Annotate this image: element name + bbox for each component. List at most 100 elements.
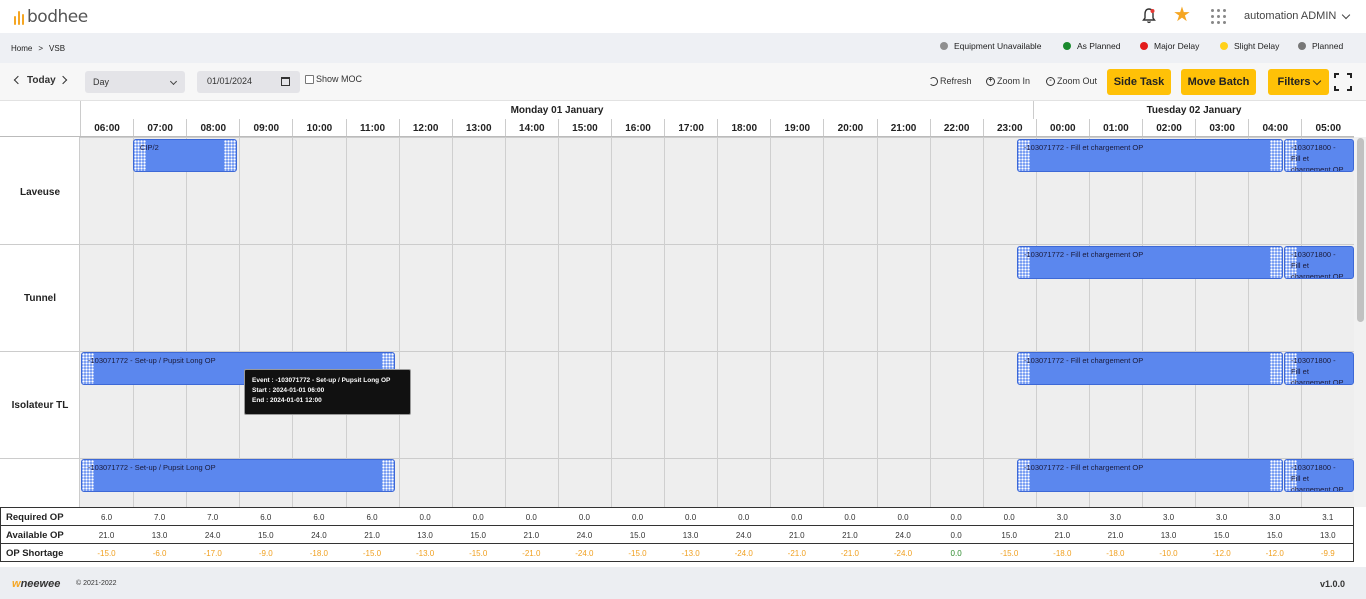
- op-cell: 21.0: [1054, 531, 1071, 540]
- op-cell: 15.0: [258, 531, 274, 540]
- event-label: -103071772 - Fill et chargement OP: [1024, 356, 1144, 365]
- event-bar[interactable]: -103071772 - Fill et chargement OP: [1017, 459, 1283, 492]
- event-bar[interactable]: CIP/2: [133, 139, 237, 172]
- event-bar[interactable]: -103071800 - Fill et chargement OP: [1284, 139, 1354, 172]
- op-cell: 15.0: [629, 531, 646, 540]
- event-bar[interactable]: -103071772 - Set-up / Pupsit Long OP: [81, 459, 395, 492]
- event-label: -103071800 - Fill et chargement OP: [1291, 143, 1344, 172]
- gridline: [1142, 137, 1143, 507]
- legend-dot: [1220, 42, 1228, 50]
- op-cell: -18.0: [1053, 549, 1072, 558]
- filters-button[interactable]: Filters: [1268, 69, 1329, 95]
- op-cell: -6.0: [152, 549, 167, 558]
- breadcrumb-home[interactable]: Home: [11, 44, 32, 53]
- apps-grid-icon[interactable]: [1211, 9, 1226, 24]
- show-moc-checkbox[interactable]: Show MOC: [305, 74, 362, 84]
- op-cell: -15.0: [469, 549, 488, 558]
- event-label: -103071772 - Fill et chargement OP: [1024, 143, 1144, 152]
- tooltip-event: Event : -103071772 - Set-up / Pupsit Lon…: [252, 377, 391, 384]
- gridline: [133, 137, 135, 507]
- gridline: [1301, 137, 1303, 507]
- hour-header: 17:00: [664, 119, 717, 137]
- resize-handle-right[interactable]: [1270, 460, 1282, 491]
- hour-header: 21:00: [876, 119, 930, 137]
- op-cell: 21.0: [842, 531, 858, 540]
- op-cell: 0.0: [525, 513, 537, 522]
- event-label: -103071800 - Fill et chargement OP: [1291, 356, 1344, 385]
- checkbox-box[interactable]: [305, 74, 314, 84]
- filters-label: Filters: [1277, 76, 1311, 88]
- notification-bell-icon[interactable]: [1142, 8, 1156, 24]
- gridline: [451, 137, 453, 507]
- op-cell: 13.0: [1320, 531, 1336, 540]
- next-chevron-icon[interactable]: [58, 75, 68, 85]
- today-button[interactable]: Today: [27, 75, 56, 86]
- resize-handle-right[interactable]: [224, 140, 236, 171]
- op-cell: 6.0: [260, 513, 272, 522]
- op-cell: 0.0: [950, 549, 962, 558]
- logo-wordmark: neewee: [20, 578, 61, 590]
- op-cell: 3.0: [1109, 513, 1121, 522]
- hour-header: 03:00: [1195, 119, 1248, 137]
- gridline: [770, 137, 772, 507]
- chevron-down-icon: [169, 77, 178, 86]
- favorite-star-icon[interactable]: ★: [1173, 5, 1191, 25]
- hour-header: 16:00: [611, 119, 664, 137]
- event-bar[interactable]: -103071800 - Fill et chargement OP: [1284, 246, 1354, 279]
- scrollbar-thumb[interactable]: [1357, 138, 1364, 322]
- op-cell: -17.0: [203, 549, 222, 558]
- refresh-button[interactable]: Refresh: [929, 76, 972, 86]
- op-cell: 15.0: [470, 531, 486, 540]
- event-label: -103071772 - Set-up / Pupsit Long OP: [88, 463, 216, 472]
- prev-chevron-icon[interactable]: [13, 75, 23, 85]
- zoom-out-button[interactable]: - Zoom Out: [1046, 76, 1097, 86]
- side-task-button[interactable]: Side Task: [1107, 69, 1171, 95]
- event-label: -103071800 - Fill et chargement OP: [1291, 463, 1344, 492]
- event-label: -103071772 - Fill et chargement OP: [1024, 463, 1144, 472]
- view-select[interactable]: Day: [85, 71, 185, 93]
- op-cell: 24.0: [576, 531, 593, 540]
- op-cell: 0.0: [844, 513, 856, 522]
- resize-handle-right[interactable]: [382, 460, 394, 491]
- user-menu[interactable]: automation ADMIN: [1244, 10, 1351, 22]
- logo-mark: w: [12, 578, 21, 590]
- op-cell: 0.0: [578, 513, 590, 522]
- op-cell: 15.0: [1001, 531, 1017, 540]
- gridline: [1035, 137, 1037, 507]
- breadcrumb-current: VSB: [49, 44, 66, 53]
- date-input[interactable]: 01/01/2024: [197, 71, 300, 93]
- bodhee-logo[interactable]: bodhee: [14, 7, 88, 27]
- copyright: © 2021-2022: [76, 580, 117, 587]
- gridline: [982, 137, 984, 507]
- hour-header: 11:00: [345, 119, 399, 137]
- date-value: 01/01/2024: [207, 76, 253, 86]
- resize-handle-right[interactable]: [1270, 247, 1282, 278]
- gridline: [876, 137, 878, 507]
- event-label: CIP/2: [140, 143, 159, 152]
- event-bar[interactable]: -103071772 - Fill et chargement OP: [1017, 246, 1283, 279]
- hour-header: 20:00: [823, 119, 876, 137]
- hour-header: 01:00: [1088, 119, 1142, 137]
- op-cell: -18.0: [1106, 549, 1125, 558]
- op-cell: 13.0: [151, 531, 168, 540]
- move-batch-button[interactable]: Move Batch: [1181, 69, 1256, 95]
- event-label: -103071800 - Fill et chargement OP: [1291, 250, 1344, 279]
- zoom-in-icon: +: [986, 76, 995, 86]
- event-bar[interactable]: -103071772 - Fill et chargement OP: [1017, 139, 1283, 172]
- user-name: automation ADMIN: [1244, 10, 1337, 22]
- op-cell: 6.0: [313, 513, 325, 522]
- op-cell: 24.0: [895, 531, 911, 540]
- resize-handle-right[interactable]: [1270, 140, 1282, 171]
- show-moc-label: Show MOC: [316, 74, 363, 84]
- fullscreen-icon[interactable]: [1334, 73, 1352, 91]
- op-shortage-row: OP Shortage -15.0 -6.0 -17.0 -9.0 -18.0 -15.0…: [0, 544, 1354, 562]
- op-cell: 3.1: [1322, 513, 1334, 522]
- event-bar[interactable]: -103071800 - Fill et chargement OP: [1284, 352, 1354, 385]
- event-bar[interactable]: -103071772 - Fill et chargement OP: [1017, 352, 1283, 385]
- zoom-in-button[interactable]: + Zoom In: [986, 76, 1030, 86]
- calendar-icon[interactable]: [281, 77, 290, 86]
- vertical-scrollbar[interactable]: [1354, 137, 1366, 507]
- chevron-down-icon: [1342, 10, 1351, 19]
- event-bar[interactable]: -103071800 - Fill et chargement OP: [1284, 459, 1354, 492]
- resize-handle-right[interactable]: [1270, 353, 1282, 384]
